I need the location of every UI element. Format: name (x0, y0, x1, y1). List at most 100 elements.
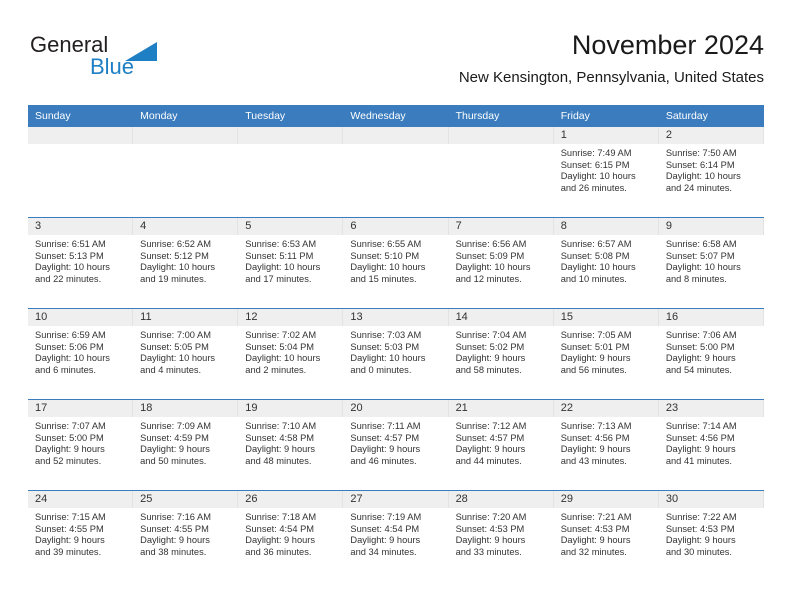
brand-name-blue: Blue (90, 54, 135, 79)
day-number: 16 (658, 309, 764, 326)
calendar-cell[interactable]: 14 Sunrise: 7:04 AM Sunset: 5:02 PM Dayl… (448, 308, 554, 400)
weekday-header-saturday: Saturday (658, 105, 764, 127)
day-number: 8 (553, 218, 659, 235)
daylight-text-line1: Daylight: 10 hours (245, 353, 321, 364)
daylight-text-line1: Daylight: 10 hours (245, 262, 321, 273)
calendar-cell[interactable] (448, 127, 554, 218)
day-number: 5 (238, 218, 344, 235)
sunrise-text: Sunrise: 7:22 AM (665, 512, 737, 522)
day-number: 25 (133, 491, 239, 508)
day-number: 11 (133, 309, 239, 326)
daylight-text-line1: Daylight: 9 hours (560, 535, 631, 546)
daylight-text-line2: and 34 minutes. (350, 546, 417, 557)
calendar-cell[interactable] (343, 127, 449, 218)
calendar-cell[interactable]: 1 Sunrise: 7:49 AM Sunset: 6:15 PM Dayli… (553, 127, 659, 218)
sunset-text: Sunset: 4:59 PM (140, 432, 209, 443)
sunrise-text: Sunrise: 6:53 AM (245, 239, 317, 249)
sunset-text: Sunset: 5:09 PM (455, 250, 525, 261)
calendar-cell[interactable]: 29 Sunrise: 7:21 AM Sunset: 4:53 PM Dayl… (553, 490, 659, 581)
sunset-text: Sunset: 6:15 PM (560, 159, 630, 170)
day-details: Sunrise: 6:59 AM Sunset: 5:06 PM Dayligh… (28, 326, 133, 376)
day-number: 27 (343, 491, 449, 508)
calendar-cell[interactable]: 24 Sunrise: 7:15 AM Sunset: 4:55 PM Dayl… (28, 490, 134, 581)
weekday-header-monday: Monday (133, 105, 239, 127)
calendar-cell[interactable]: 26 Sunrise: 7:18 AM Sunset: 4:54 PM Dayl… (238, 490, 344, 581)
calendar-cell[interactable]: 28 Sunrise: 7:20 AM Sunset: 4:53 PM Dayl… (448, 490, 554, 581)
calendar-cell[interactable] (28, 127, 134, 218)
day-details: Sunrise: 6:55 AM Sunset: 5:10 PM Dayligh… (343, 235, 448, 285)
daylight-text-line2: and 17 minutes. (245, 273, 312, 284)
calendar-cell[interactable]: 12 Sunrise: 7:02 AM Sunset: 5:04 PM Dayl… (238, 308, 344, 400)
calendar-cell[interactable]: 2 Sunrise: 7:50 AM Sunset: 6:14 PM Dayli… (658, 127, 764, 218)
calendar-cell[interactable]: 17 Sunrise: 7:07 AM Sunset: 5:00 PM Dayl… (28, 399, 134, 491)
day-cell: 18 Sunrise: 7:09 AM Sunset: 4:59 PM Dayl… (133, 400, 239, 490)
daylight-text-line1: Daylight: 9 hours (245, 535, 316, 546)
day-cell: 6 Sunrise: 6:55 AM Sunset: 5:10 PM Dayli… (343, 218, 449, 308)
day-cell: 28 Sunrise: 7:20 AM Sunset: 4:53 PM Dayl… (448, 491, 554, 581)
calendar-cell[interactable]: 30 Sunrise: 7:22 AM Sunset: 4:53 PM Dayl… (658, 490, 764, 581)
day-number (448, 127, 554, 144)
day-number: 22 (553, 400, 659, 417)
day-number: 20 (343, 400, 449, 417)
daylight-text-line2: and 36 minutes. (245, 546, 312, 557)
day-cell: 16 Sunrise: 7:06 AM Sunset: 5:00 PM Dayl… (658, 309, 764, 399)
daylight-text-line1: Daylight: 10 hours (665, 262, 741, 273)
calendar-cell[interactable]: 21 Sunrise: 7:12 AM Sunset: 4:57 PM Dayl… (448, 399, 554, 491)
day-cell: 23 Sunrise: 7:14 AM Sunset: 4:56 PM Dayl… (658, 400, 764, 490)
calendar-cell[interactable]: 9 Sunrise: 6:58 AM Sunset: 5:07 PM Dayli… (658, 217, 764, 309)
day-details: Sunrise: 7:13 AM Sunset: 4:56 PM Dayligh… (554, 417, 659, 467)
sunrise-text: Sunrise: 7:16 AM (140, 512, 211, 522)
calendar-cell[interactable]: 23 Sunrise: 7:14 AM Sunset: 4:56 PM Dayl… (658, 399, 764, 491)
calendar-cell[interactable] (238, 127, 344, 218)
daylight-text-line2: and 8 minutes. (665, 273, 727, 284)
sunrise-text: Sunrise: 7:00 AM (140, 330, 211, 340)
calendar-cell[interactable]: 19 Sunrise: 7:10 AM Sunset: 4:58 PM Dayl… (238, 399, 344, 491)
calendar-cell[interactable]: 13 Sunrise: 7:03 AM Sunset: 5:03 PM Dayl… (343, 308, 449, 400)
calendar-cell[interactable] (133, 127, 239, 218)
calendar-cell[interactable]: 8 Sunrise: 6:57 AM Sunset: 5:08 PM Dayli… (553, 217, 659, 309)
day-cell-empty (238, 127, 344, 217)
calendar-cell[interactable]: 15 Sunrise: 7:05 AM Sunset: 5:01 PM Dayl… (553, 308, 659, 400)
weekday-header-wednesday: Wednesday (343, 105, 449, 127)
calendar-cell[interactable]: 22 Sunrise: 7:13 AM Sunset: 4:56 PM Dayl… (553, 399, 659, 491)
daylight-text-line1: Daylight: 9 hours (350, 535, 421, 546)
day-cell-empty (448, 127, 554, 217)
day-details: Sunrise: 7:16 AM Sunset: 4:55 PM Dayligh… (133, 508, 238, 558)
day-number: 2 (658, 127, 764, 144)
calendar-cell[interactable]: 20 Sunrise: 7:11 AM Sunset: 4:57 PM Dayl… (343, 399, 449, 491)
day-number: 9 (658, 218, 764, 235)
calendar-cell[interactable]: 27 Sunrise: 7:19 AM Sunset: 4:54 PM Dayl… (343, 490, 449, 581)
sunrise-text: Sunrise: 7:15 AM (35, 512, 106, 522)
sunset-text: Sunset: 4:56 PM (560, 432, 630, 443)
brand-logo[interactable]: General Blue (28, 32, 268, 94)
calendar-cell[interactable]: 6 Sunrise: 6:55 AM Sunset: 5:10 PM Dayli… (343, 217, 449, 309)
sunrise-text: Sunrise: 6:58 AM (665, 239, 737, 249)
daylight-text-line2: and 22 minutes. (35, 273, 102, 284)
calendar-cell[interactable]: 25 Sunrise: 7:16 AM Sunset: 4:55 PM Dayl… (133, 490, 239, 581)
calendar-cell[interactable]: 4 Sunrise: 6:52 AM Sunset: 5:12 PM Dayli… (133, 217, 239, 309)
day-details: Sunrise: 7:19 AM Sunset: 4:54 PM Dayligh… (343, 508, 448, 558)
calendar-cell[interactable]: 16 Sunrise: 7:06 AM Sunset: 5:00 PM Dayl… (658, 308, 764, 400)
calendar-cell[interactable]: 11 Sunrise: 7:00 AM Sunset: 5:05 PM Dayl… (133, 308, 239, 400)
daylight-text-line1: Daylight: 9 hours (455, 535, 526, 546)
calendar-cell[interactable]: 3 Sunrise: 6:51 AM Sunset: 5:13 PM Dayli… (28, 217, 134, 309)
calendar-cell[interactable]: 18 Sunrise: 7:09 AM Sunset: 4:59 PM Dayl… (133, 399, 239, 491)
calendar-cell[interactable]: 5 Sunrise: 6:53 AM Sunset: 5:11 PM Dayli… (238, 217, 344, 309)
calendar-cell[interactable]: 7 Sunrise: 6:56 AM Sunset: 5:09 PM Dayli… (448, 217, 554, 309)
day-details: Sunrise: 7:09 AM Sunset: 4:59 PM Dayligh… (133, 417, 238, 467)
page-title: November 2024 (571, 30, 764, 60)
daylight-text-line1: Daylight: 10 hours (455, 262, 531, 273)
calendar-cell[interactable]: 10 Sunrise: 6:59 AM Sunset: 5:06 PM Dayl… (28, 308, 134, 400)
sunset-text: Sunset: 4:53 PM (560, 523, 630, 534)
day-cell-empty (343, 127, 449, 217)
sunset-text: Sunset: 5:08 PM (560, 250, 630, 261)
weekday-header-friday: Friday (553, 105, 659, 127)
daylight-text-line2: and 30 minutes. (665, 546, 732, 557)
sunset-text: Sunset: 5:05 PM (140, 341, 209, 352)
sunrise-text: Sunrise: 6:57 AM (560, 239, 632, 249)
day-number: 24 (28, 491, 134, 508)
sunset-text: Sunset: 4:53 PM (665, 523, 735, 534)
daylight-text-line2: and 32 minutes. (560, 546, 627, 557)
sunrise-text: Sunrise: 7:07 AM (35, 421, 106, 431)
sunrise-text: Sunrise: 6:56 AM (455, 239, 527, 249)
